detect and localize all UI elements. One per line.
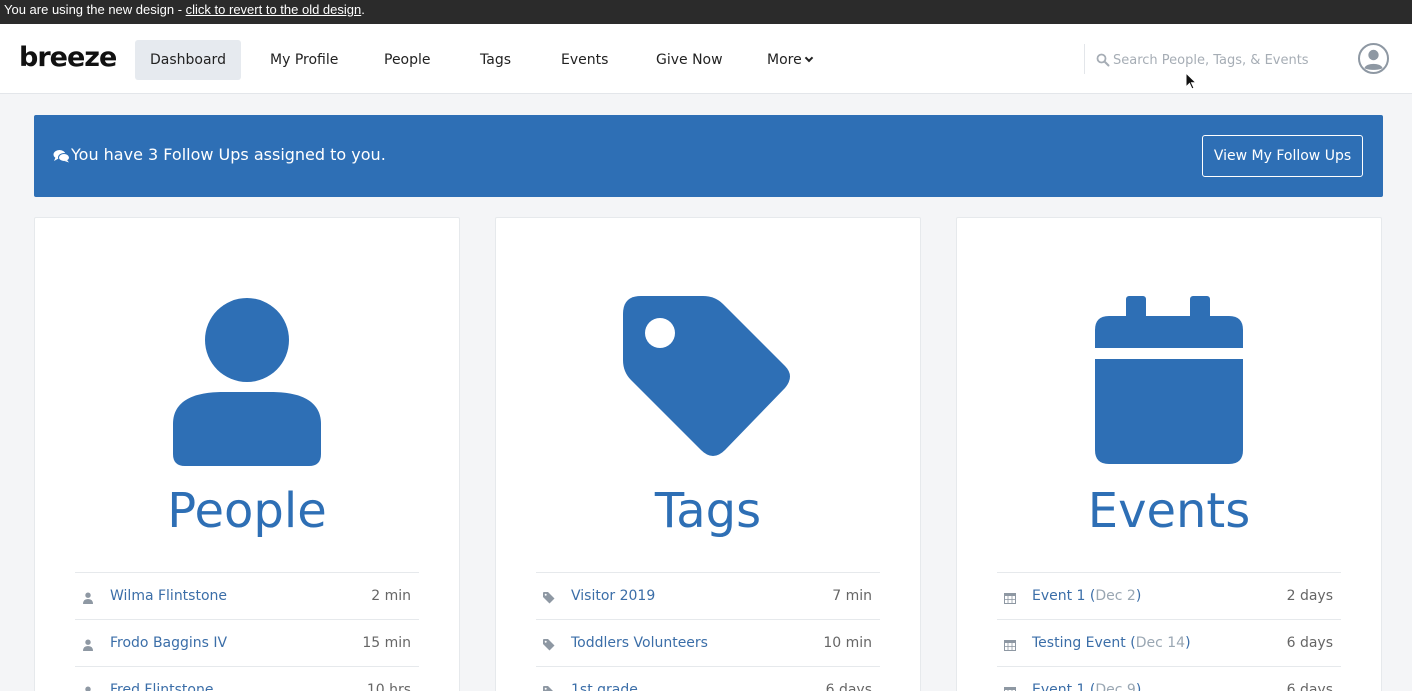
main-nav: breeze Dashboard My Profile People Tags … — [0, 24, 1412, 94]
list-item-time: 2 min — [371, 588, 411, 604]
list-item-label[interactable]: Wilma Flintstone — [110, 588, 227, 604]
tags-card[interactable]: Tags Visitor 2019 7 min Toddlers Volunte… — [495, 217, 921, 691]
people-card[interactable]: People Wilma Flintstone 2 min Frodo Bagg… — [34, 217, 460, 691]
follow-ups-banner: You have 3 Follow Ups assigned to you. V… — [34, 115, 1383, 197]
list-item-time: 6 days — [1286, 682, 1333, 691]
event-date: Dec 9 — [1095, 682, 1136, 691]
tags-recent-list: Visitor 2019 7 min Toddlers Volunteers 1… — [536, 572, 880, 691]
user-avatar-icon[interactable] — [1358, 43, 1389, 74]
design-notice-bar: You are using the new design - click to … — [0, 0, 1412, 24]
nav-dashboard[interactable]: Dashboard — [135, 40, 241, 80]
calendar-icon — [1004, 640, 1016, 651]
event-name[interactable]: Testing Event — [1032, 635, 1126, 651]
list-item[interactable]: Wilma Flintstone 2 min — [75, 572, 419, 619]
nav-more[interactable]: More — [767, 40, 813, 80]
view-follow-ups-button[interactable]: View My Follow Ups — [1202, 135, 1363, 177]
person-icon — [83, 592, 93, 604]
tag-icon — [543, 592, 555, 604]
list-item[interactable]: Event 1 (Dec 9) 6 days — [997, 666, 1341, 691]
list-item-label[interactable]: Testing Event (Dec 14) — [1032, 635, 1191, 651]
list-item-label[interactable]: Fred Flintstone — [110, 682, 213, 691]
design-notice-text: You are using the new design - — [4, 2, 186, 17]
list-item-time: 10 hrs — [366, 682, 411, 691]
events-recent-list: Event 1 (Dec 2) 2 days Testing Event (De… — [997, 572, 1341, 691]
follow-ups-message: You have 3 Follow Ups assigned to you. — [71, 145, 386, 164]
events-card[interactable]: Events Event 1 (Dec 2) 2 days Testing Ev… — [956, 217, 1382, 691]
search-icon — [1096, 53, 1110, 67]
breeze-logo[interactable]: breeze — [19, 42, 117, 73]
events-card-title: Events — [1087, 483, 1251, 539]
tag-icon — [543, 686, 553, 691]
event-date: Dec 14 — [1135, 635, 1186, 651]
nav-give-now[interactable]: Give Now — [656, 40, 723, 80]
event-name[interactable]: Event 1 — [1032, 588, 1085, 604]
tags-card-title: Tags — [654, 483, 762, 539]
global-search — [1096, 49, 1326, 71]
person-icon — [173, 298, 321, 466]
list-item[interactable]: Toddlers Volunteers 10 min — [536, 619, 880, 666]
nav-more-label: More — [767, 52, 802, 68]
people-recent-list: Wilma Flintstone 2 min Frodo Baggins IV … — [75, 572, 419, 691]
comments-icon — [53, 150, 70, 163]
list-item[interactable]: Testing Event (Dec 14) 6 days — [997, 619, 1341, 666]
list-item-time: 10 min — [823, 635, 872, 651]
list-item-label[interactable]: Event 1 (Dec 9) — [1032, 682, 1141, 691]
calendar-icon — [1004, 687, 1016, 691]
people-card-title: People — [167, 483, 327, 539]
search-divider — [1084, 44, 1085, 74]
calendar-icon — [1004, 593, 1016, 604]
list-item-label[interactable]: Toddlers Volunteers — [571, 635, 708, 651]
tag-icon — [623, 296, 790, 456]
mouse-cursor-icon — [1185, 72, 1197, 90]
nav-my-profile[interactable]: My Profile — [270, 40, 338, 80]
list-item-label[interactable]: Event 1 (Dec 2) — [1032, 588, 1141, 604]
list-item-time: 15 min — [362, 635, 411, 651]
list-item-label[interactable]: Frodo Baggins IV — [110, 635, 227, 651]
person-icon — [83, 639, 93, 651]
event-date: Dec 2 — [1095, 588, 1136, 604]
list-item-time: 7 min — [832, 588, 872, 604]
list-item-label[interactable]: Visitor 2019 — [571, 588, 655, 604]
chevron-down-icon — [804, 53, 813, 63]
list-item[interactable]: Frodo Baggins IV 15 min — [75, 619, 419, 666]
calendar-icon — [1095, 296, 1243, 464]
list-item-time: 2 days — [1286, 588, 1333, 604]
revert-design-link[interactable]: click to revert to the old design — [186, 2, 362, 17]
nav-people[interactable]: People — [384, 40, 431, 80]
tag-icon — [543, 639, 555, 651]
list-item[interactable]: Fred Flintstone 10 hrs — [75, 666, 419, 691]
list-item[interactable]: Visitor 2019 7 min — [536, 572, 880, 619]
person-icon — [85, 686, 91, 691]
list-item-time: 6 days — [825, 682, 872, 691]
event-name[interactable]: Event 1 — [1032, 682, 1085, 691]
list-item-label[interactable]: 1st grade — [571, 682, 638, 691]
list-item[interactable]: Event 1 (Dec 2) 2 days — [997, 572, 1341, 619]
list-item[interactable]: 1st grade 6 days — [536, 666, 880, 691]
nav-tags[interactable]: Tags — [480, 40, 511, 80]
list-item-time: 6 days — [1286, 635, 1333, 651]
design-notice-suffix: . — [361, 2, 365, 17]
search-input[interactable] — [1113, 49, 1323, 71]
nav-events[interactable]: Events — [561, 40, 608, 80]
